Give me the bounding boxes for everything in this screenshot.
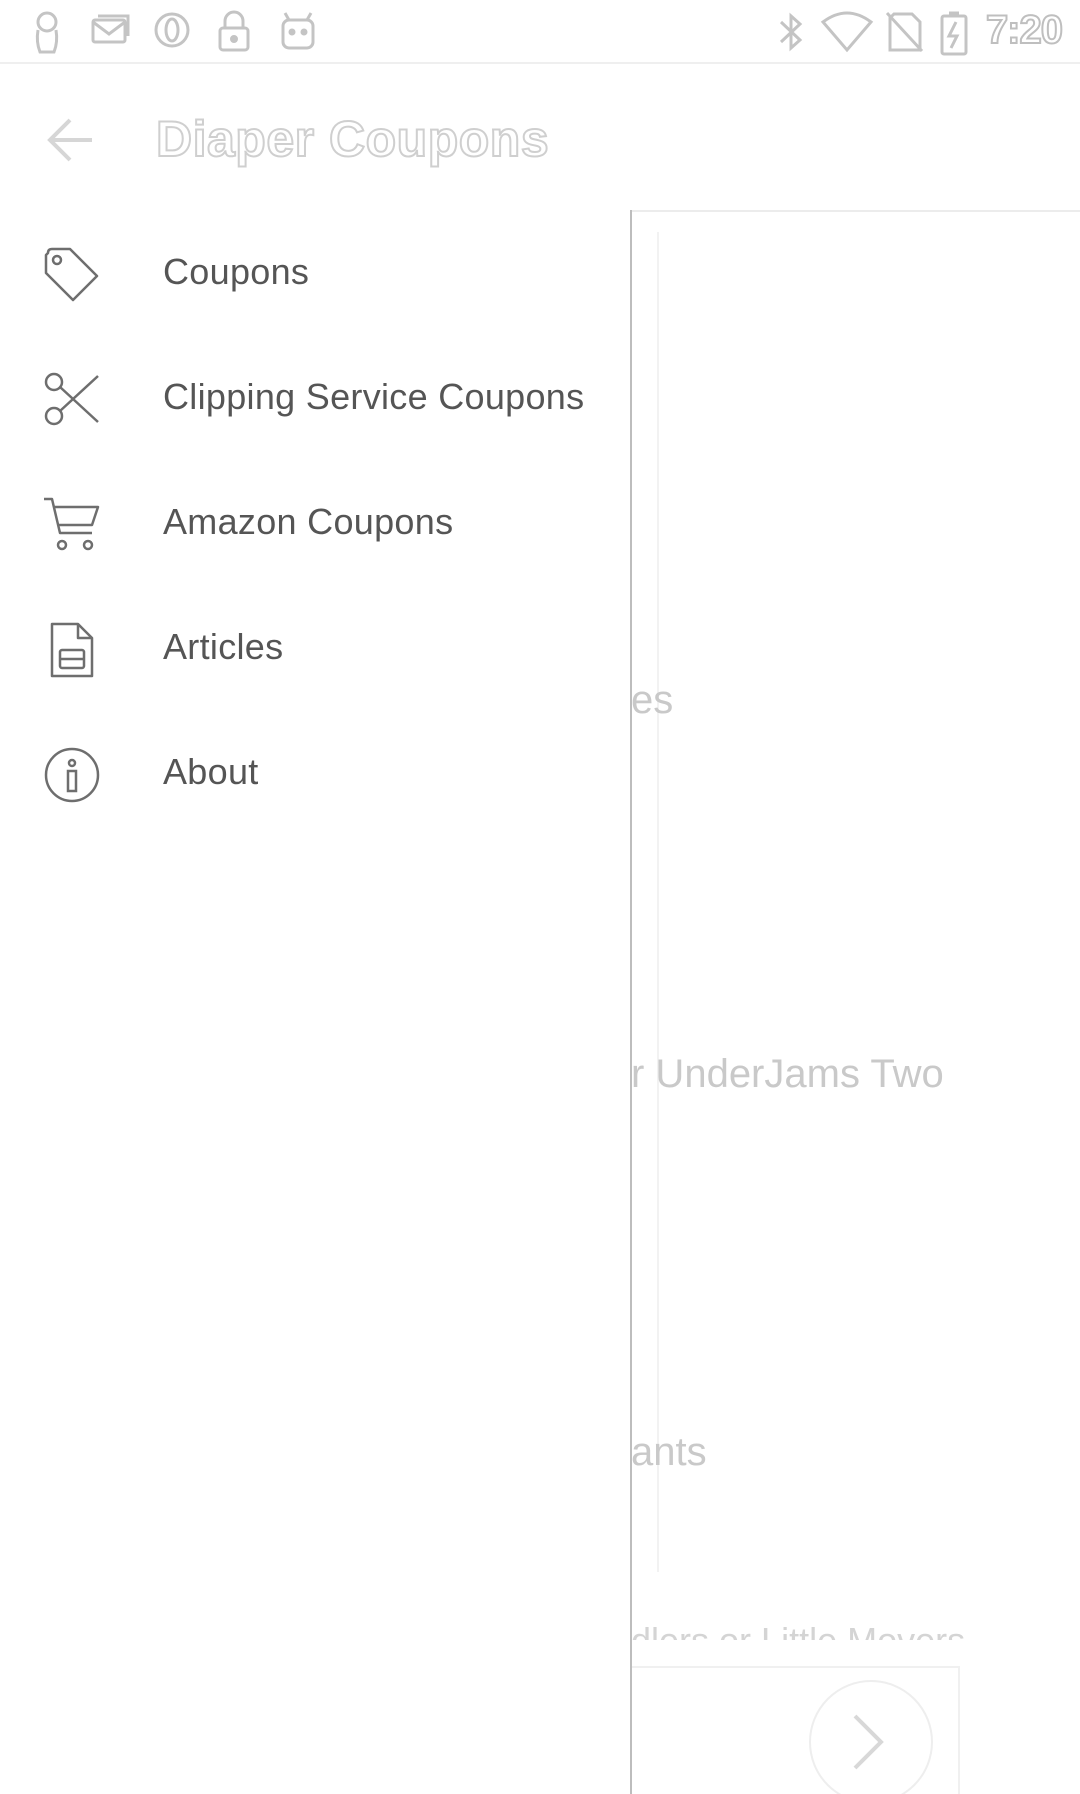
coupon-list: es r UnderJams Two ants dlers or Little … [631,212,1080,1794]
drawer-item-articles[interactable]: Articles [0,588,628,713]
status-time: 7:20 [985,7,1064,53]
drawer-item-clipping-service-coupons[interactable]: Clipping Service Coupons [0,338,628,463]
drawer-item-coupons[interactable]: Coupons [0,213,628,338]
drawer-item-amazon-coupons[interactable]: Amazon Coupons [0,463,628,588]
list-divider [657,232,659,1572]
list-item-text[interactable]: ants [631,1430,707,1475]
navigation-drawer: Coupons Clipping Service Coupons Amazon … [0,210,632,1794]
drawer-item-label: Coupons [163,251,310,292]
list-item-text[interactable]: r UnderJams Two [631,1052,944,1097]
lock-icon [218,10,250,52]
status-bar: 7:20 [0,0,1080,64]
list-item-text[interactable]: dlers or Little Movers [631,1620,965,1640]
cart-icon [44,497,100,551]
document-icon [50,622,94,678]
pagination-card [631,1666,960,1794]
drawer-item-label: Amazon Coupons [163,501,454,542]
opera-icon [154,12,190,48]
battery-charging-icon [940,11,968,56]
scissors-icon [44,372,99,426]
android-icon [281,12,315,50]
info-icon [44,747,100,803]
back-button[interactable] [40,108,104,172]
drawer-item-label: Articles [163,626,284,667]
wifi-icon [820,11,874,53]
next-page-button[interactable] [809,1680,933,1794]
chevron-right-icon [853,1714,884,1770]
app-title: Diaper Coupons [155,110,550,168]
app-bar: Diaper Coupons [0,64,1080,212]
person-icon [35,11,59,54]
no-sim-icon [885,11,924,53]
drawer-item-label: About [163,751,259,792]
mail-icon [91,14,130,44]
drawer-item-about[interactable]: About [0,713,628,838]
bluetooth-icon [779,12,803,52]
drawer-item-label: Clipping Service Coupons [163,376,585,417]
tag-icon [44,247,99,302]
arrow-back-icon [47,118,92,162]
list-item-text[interactable]: es [631,678,673,723]
